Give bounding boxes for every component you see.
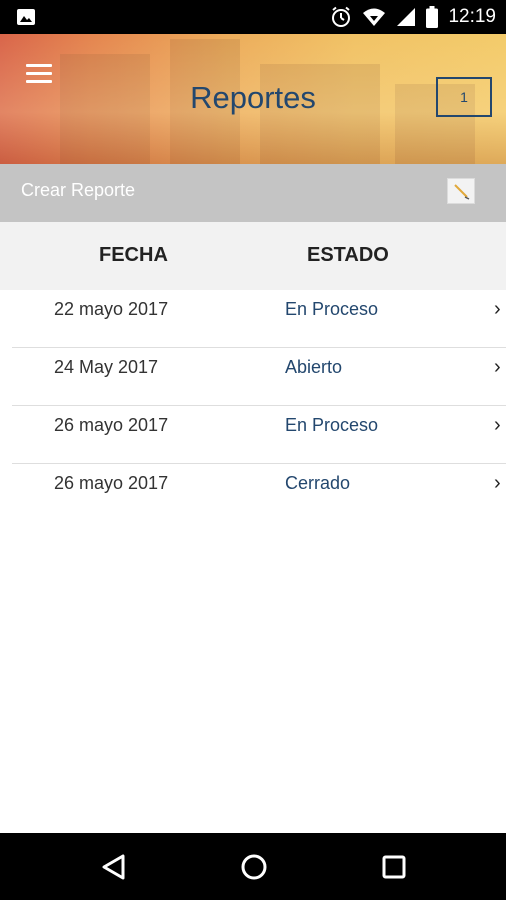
create-report-bar[interactable]: Crear Reporte	[0, 164, 506, 222]
chevron-right-icon: ›	[494, 356, 501, 378]
clock-time: 12:19	[448, 6, 496, 27]
app-header: Reportes 1	[0, 34, 506, 164]
report-status: En Proceso	[285, 299, 379, 319]
column-header-fecha: FECHA	[99, 244, 168, 266]
recents-square-icon[interactable]	[377, 850, 411, 884]
wifi-icon	[363, 8, 386, 26]
home-circle-icon[interactable]	[237, 850, 271, 884]
report-status: Abierto	[285, 357, 343, 377]
edit-icon[interactable]	[447, 178, 475, 204]
report-list: 22 mayo 2017 En Proceso › 24 May 2017 Ab…	[0, 290, 506, 522]
chevron-right-icon: ›	[494, 472, 501, 494]
report-row[interactable]: 22 mayo 2017 En Proceso ›	[0, 290, 506, 348]
report-row[interactable]: 26 mayo 2017 Cerrado ›	[0, 464, 506, 522]
system-navigation-bar	[0, 833, 506, 900]
battery-icon	[426, 6, 439, 28]
report-date: 26 mayo 2017	[54, 415, 169, 435]
table-header: FECHA ESTADO	[0, 222, 506, 290]
report-row[interactable]: 24 May 2017 Abierto ›	[0, 348, 506, 406]
report-date: 22 mayo 2017	[54, 299, 169, 319]
signal-icon	[397, 8, 416, 26]
image-icon	[17, 9, 35, 25]
report-status: Cerrado	[285, 473, 351, 493]
create-report-label: Crear Reporte	[21, 180, 136, 200]
status-bar: 12:19	[0, 0, 506, 34]
notification-badge-button[interactable]: 1	[436, 77, 492, 117]
chevron-right-icon: ›	[494, 414, 501, 436]
chevron-right-icon: ›	[494, 298, 501, 320]
back-triangle-icon[interactable]	[97, 850, 131, 884]
alarm-icon	[332, 6, 351, 27]
column-header-estado: ESTADO	[307, 244, 389, 266]
page-title: Reportes	[190, 80, 316, 115]
report-date: 26 mayo 2017	[54, 473, 169, 493]
report-date: 24 May 2017	[54, 357, 159, 377]
report-status: En Proceso	[285, 415, 379, 435]
report-row[interactable]: 26 mayo 2017 En Proceso ›	[0, 406, 506, 464]
pencil-icon	[454, 184, 470, 200]
